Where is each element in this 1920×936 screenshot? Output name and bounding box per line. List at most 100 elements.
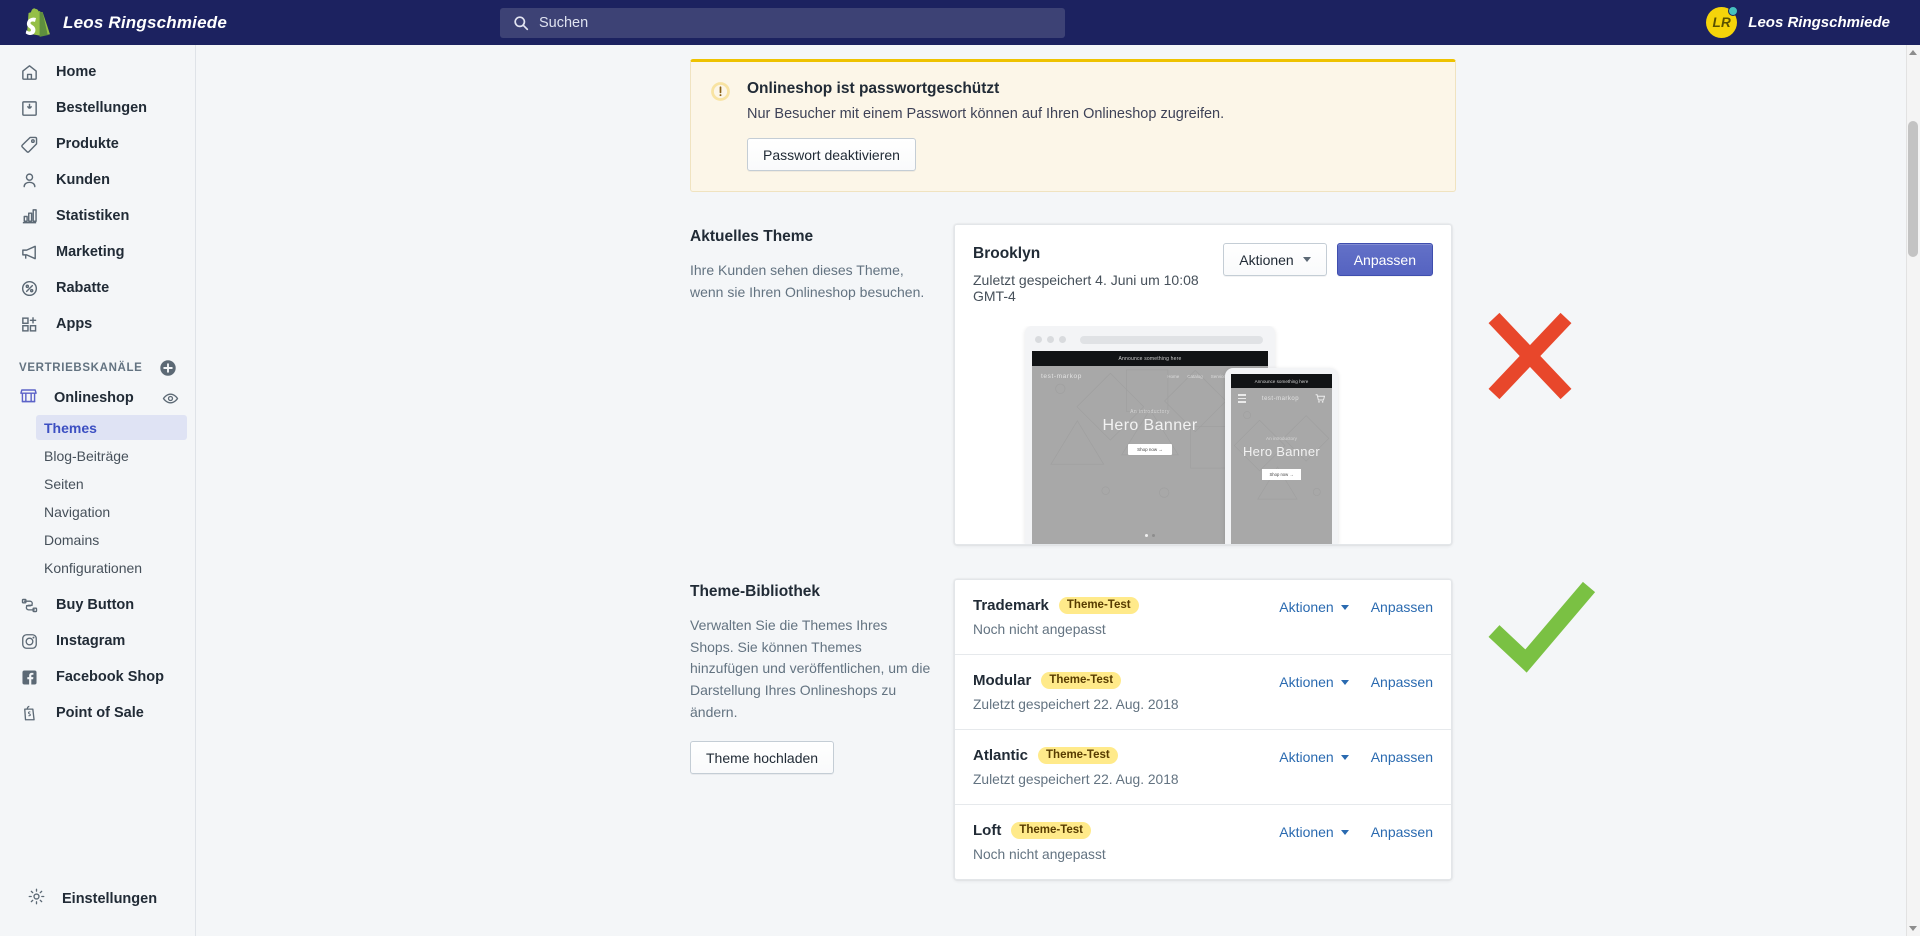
current-theme-card: Brooklyn Zuletzt gespeichert 4. Juni um … bbox=[954, 224, 1452, 545]
sidebar-item-label: Rabatte bbox=[56, 280, 110, 296]
brand[interactable]: Leos Ringschmiede bbox=[0, 8, 241, 37]
avatar: LR bbox=[1706, 6, 1739, 38]
theme-name: Trademark bbox=[973, 597, 1049, 614]
current-theme-header: Brooklyn Zuletzt gespeichert 4. Juni um … bbox=[955, 225, 1451, 304]
sidebar: Home Bestellungen Produkte Kunden Statis… bbox=[0, 45, 196, 936]
scroll-down-arrow-icon[interactable] bbox=[1909, 926, 1917, 931]
carousel-dot bbox=[1152, 534, 1155, 537]
theme-customize-link[interactable]: Anpassen bbox=[1371, 599, 1433, 615]
theme-customize-link[interactable]: Anpassen bbox=[1371, 674, 1433, 690]
theme-row-info: Trademark Theme-Test Noch nicht angepass… bbox=[973, 597, 1139, 637]
sidebar-item-label: Facebook Shop bbox=[56, 669, 164, 685]
search-input[interactable]: Suchen bbox=[500, 8, 1065, 38]
sidebar-item-kunden[interactable]: Kunden bbox=[8, 167, 187, 193]
sales-channels-header: VERTRIEBSKANÄLE bbox=[19, 359, 177, 377]
storefront-icon bbox=[19, 386, 38, 410]
theme-customize-link[interactable]: Anpassen bbox=[1371, 824, 1433, 840]
theme-actions-label: Aktionen bbox=[1279, 674, 1334, 690]
theme-status: Zuletzt gespeichert 22. Aug. 2018 bbox=[973, 697, 1179, 712]
table-row: Loft Theme-Test Noch nicht angepasst Akt… bbox=[955, 805, 1451, 879]
sidebar-item-point-of-sale[interactable]: Point of Sale bbox=[8, 700, 187, 726]
theme-actions-link[interactable]: Aktionen bbox=[1279, 674, 1349, 690]
user-menu[interactable]: LR Leos Ringschmiede bbox=[1700, 0, 1896, 45]
sidebar-subitem-label: Seiten bbox=[44, 475, 84, 492]
instagram-icon bbox=[19, 631, 40, 652]
sidebar-item-label: Instagram bbox=[56, 633, 126, 649]
sidebar-item-bestellungen[interactable]: Bestellungen bbox=[8, 95, 187, 121]
theme-customize-link[interactable]: Anpassen bbox=[1371, 749, 1433, 765]
sidebar-item-rabatte[interactable]: Rabatte bbox=[8, 275, 187, 301]
sidebar-item-einstellungen[interactable]: Einstellungen bbox=[8, 886, 204, 912]
sidebar-item-facebook-shop[interactable]: Facebook Shop bbox=[8, 664, 187, 690]
sidebar-item-blog-beitraege[interactable]: Blog-Beiträge bbox=[36, 443, 187, 468]
sidebar-item-produkte[interactable]: Produkte bbox=[8, 131, 187, 157]
sidebar-item-statistiken[interactable]: Statistiken bbox=[8, 203, 187, 229]
theme-row-actions: Aktionen Anpassen bbox=[1279, 672, 1433, 690]
eye-icon[interactable] bbox=[162, 390, 179, 407]
browser-dot-icon bbox=[1047, 336, 1054, 343]
mobile-hero-title: Hero Banner bbox=[1242, 444, 1320, 459]
current-theme-name: Brooklyn bbox=[973, 245, 1041, 262]
sidebar-item-konfigurationen[interactable]: Konfigurationen bbox=[36, 555, 187, 580]
sidebar-item-onlineshop[interactable]: Onlineshop bbox=[8, 385, 187, 411]
sidebar-item-domains[interactable]: Domains bbox=[36, 527, 187, 552]
current-theme-saved: Zuletzt gespeichert 4. Juni um 10:08 GMT… bbox=[973, 272, 1199, 304]
content-column: Onlineshop ist passwortgeschützt Nur Bes… bbox=[196, 45, 1756, 880]
disable-password-button[interactable]: Passwort deaktivieren bbox=[747, 138, 916, 171]
sidebar-item-label: Bestellungen bbox=[56, 100, 148, 116]
sidebar-subitem-label: Blog-Beiträge bbox=[44, 447, 129, 464]
customize-theme-button[interactable]: Anpassen bbox=[1336, 243, 1433, 276]
theme-status: Zuletzt gespeichert 22. Aug. 2018 bbox=[973, 772, 1179, 787]
sidebar-item-seiten[interactable]: Seiten bbox=[36, 471, 187, 496]
theme-actions-link[interactable]: Aktionen bbox=[1279, 824, 1349, 840]
theme-name: Modular bbox=[973, 672, 1032, 689]
scrollbar-thumb[interactable] bbox=[1908, 121, 1918, 257]
preview-hero-kicker: An introductory bbox=[1130, 409, 1170, 415]
marketing-megaphone-icon bbox=[19, 242, 40, 263]
browser-chrome-bar bbox=[1032, 333, 1268, 346]
user-name: Leos Ringschmiede bbox=[1748, 14, 1890, 31]
table-row: Atlantic Theme-Test Zuletzt gespeichert … bbox=[955, 730, 1451, 805]
buy-button-icon bbox=[19, 595, 40, 616]
search-container[interactable]: Suchen bbox=[500, 8, 1065, 38]
theme-row-actions: Aktionen Anpassen bbox=[1279, 822, 1433, 840]
theme-row-title-line: Atlantic Theme-Test bbox=[973, 747, 1179, 764]
preview-hero-cta: Shop now → bbox=[1128, 444, 1172, 455]
current-theme-info: Brooklyn Zuletzt gespeichert 4. Juni um … bbox=[973, 245, 1223, 304]
banner-description: Nur Besucher mit einem Passwort können a… bbox=[747, 106, 1225, 122]
mobile-preview-mockup: Announce something here test-markop An i… bbox=[1225, 368, 1338, 544]
password-protection-banner: Onlineshop ist passwortgeschützt Nur Bes… bbox=[690, 59, 1456, 192]
products-tag-icon bbox=[19, 134, 40, 155]
sidebar-item-apps[interactable]: Apps bbox=[8, 311, 187, 337]
sidebar-item-marketing[interactable]: Marketing bbox=[8, 239, 187, 265]
sidebar-item-themes[interactable]: Themes bbox=[36, 415, 187, 440]
vertical-scrollbar[interactable] bbox=[1906, 45, 1920, 936]
notification-dot bbox=[1728, 6, 1739, 16]
theme-row-info: Loft Theme-Test Noch nicht angepasst bbox=[973, 822, 1106, 862]
plus-circle-icon[interactable] bbox=[159, 359, 177, 377]
theme-actions-link[interactable]: Aktionen bbox=[1279, 749, 1349, 765]
sidebar-subitem-label: Domains bbox=[44, 531, 100, 548]
theme-library-section: Theme-Bibliothek Verwalten Sie die Theme… bbox=[196, 579, 1756, 880]
theme-library-intro: Theme-Bibliothek Verwalten Sie die Theme… bbox=[690, 579, 954, 880]
theme-library-description: Verwalten Sie die Themes Ihres Shops. Si… bbox=[690, 617, 931, 720]
sidebar-item-home[interactable]: Home bbox=[8, 59, 187, 85]
scroll-up-arrow-icon[interactable] bbox=[1909, 50, 1917, 55]
sidebar-item-label: Home bbox=[56, 64, 97, 80]
banner-title: Onlineshop ist passwortgeschützt bbox=[747, 80, 1000, 97]
theme-row-actions: Aktionen Anpassen bbox=[1279, 747, 1433, 765]
sidebar-item-instagram[interactable]: Instagram bbox=[8, 628, 187, 654]
home-icon bbox=[19, 62, 40, 83]
browser-dot-icon bbox=[1059, 336, 1066, 343]
theme-row-title-line: Trademark Theme-Test bbox=[973, 597, 1139, 614]
orders-icon bbox=[19, 98, 40, 119]
chevron-down-icon bbox=[1340, 679, 1349, 685]
preview-hero-title: Hero Banner bbox=[1102, 417, 1198, 434]
sidebar-item-label: Produkte bbox=[56, 136, 119, 152]
theme-actions-link[interactable]: Aktionen bbox=[1279, 599, 1349, 615]
search-icon bbox=[514, 16, 529, 31]
theme-actions-button[interactable]: Aktionen bbox=[1223, 243, 1327, 276]
sidebar-item-navigation[interactable]: Navigation bbox=[36, 499, 187, 524]
sidebar-item-buy-button[interactable]: Buy Button bbox=[8, 592, 187, 618]
upload-theme-button[interactable]: Theme hochladen bbox=[690, 741, 835, 775]
